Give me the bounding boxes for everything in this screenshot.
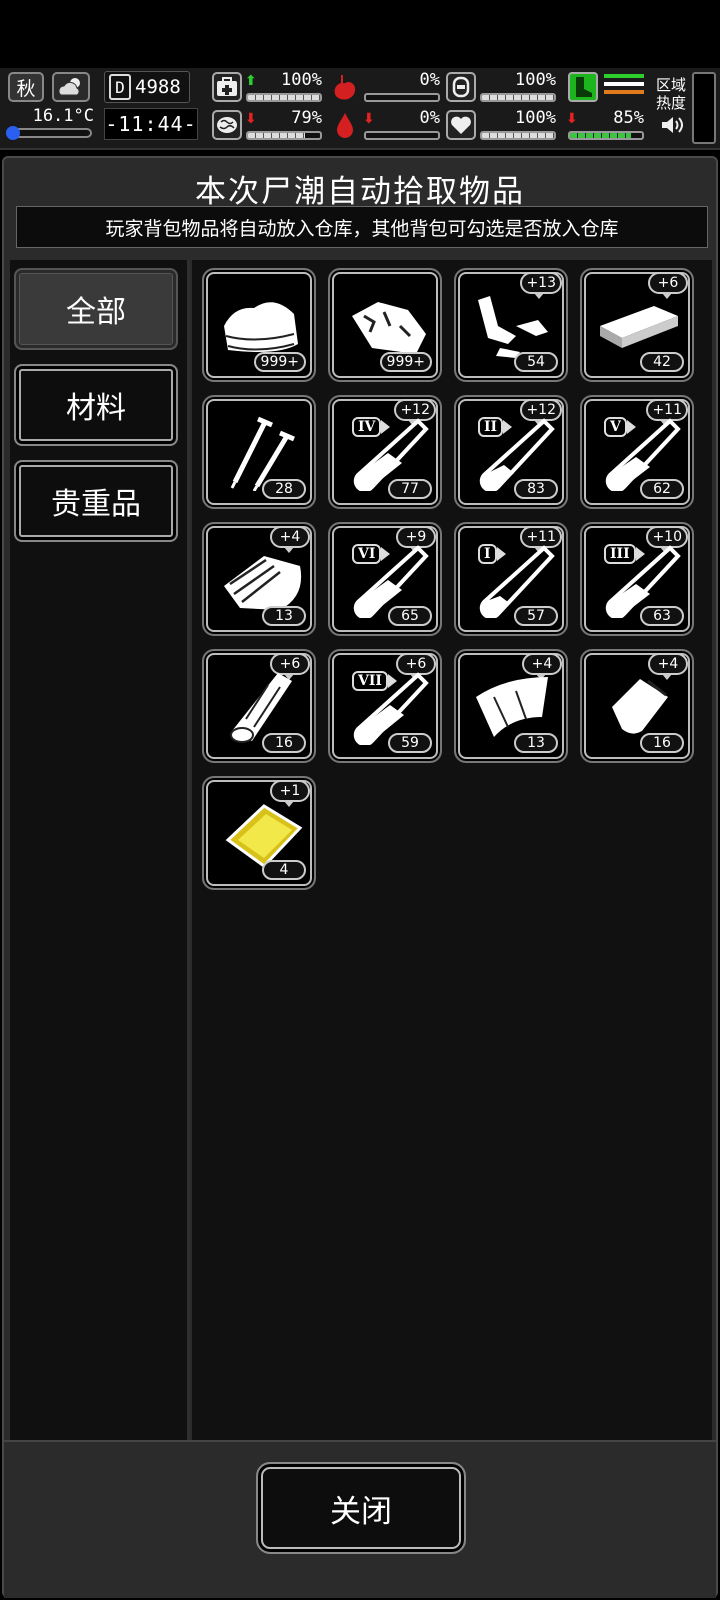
item-count: 63	[640, 606, 684, 626]
item-slot-meat[interactable]: 999+	[328, 268, 442, 382]
item-slot-board[interactable]: +6 42	[580, 268, 694, 382]
thermometer-icon	[6, 126, 92, 140]
mood-percent: 79%	[291, 108, 322, 128]
item-slot-bag[interactable]: +4 16	[580, 649, 694, 763]
armor-stat: 100%	[446, 70, 556, 104]
health-percent: 100%	[281, 70, 322, 90]
temperature-readout: 16.1°C	[32, 106, 94, 126]
item-count: 999+	[253, 352, 306, 372]
dialog-subtitle: 玩家背包物品将自动放入仓库，其他背包可勾选是否放入仓库	[16, 206, 708, 248]
tab-materials[interactable]: 材料	[14, 364, 178, 446]
hunger-percent: 0%	[419, 70, 440, 90]
item-slot-nails[interactable]: 28	[202, 395, 316, 509]
item-count: 54	[514, 352, 558, 372]
tab-all[interactable]: 全部	[14, 268, 178, 350]
trend-down-icon: ⬇	[363, 111, 375, 127]
item-slot-wood-pile[interactable]: +4 13	[202, 522, 316, 636]
item-count: 59	[388, 733, 432, 753]
region-heat-bar	[692, 72, 716, 144]
armor-percent: 100%	[515, 70, 556, 90]
item-count: 57	[514, 606, 558, 626]
weather-icon	[52, 72, 90, 102]
item-count: 13	[514, 733, 558, 753]
stamina-stat: ⬇ 85%	[554, 108, 644, 142]
item-count: 4	[262, 860, 306, 880]
auto-pickup-dialog: 本次尸潮自动拾取物品 玩家背包物品将自动放入仓库，其他背包可勾选是否放入仓库 全…	[2, 156, 718, 1598]
blood-drop-icon	[330, 110, 360, 140]
mood-stat: ⬇ 79%	[212, 108, 322, 142]
stamina-bar	[568, 131, 644, 140]
region-label-line1: 区域	[656, 76, 687, 94]
item-slot-serum-iii[interactable]: +10 III 63	[580, 522, 694, 636]
item-slot-serum-vii[interactable]: +6 VII 59	[328, 649, 442, 763]
item-count: 28	[262, 479, 306, 499]
item-slot-leather[interactable]: +4 13	[454, 649, 568, 763]
dialog-footer: 关闭	[4, 1440, 716, 1598]
item-slot-serum-v[interactable]: +11 V 62	[580, 395, 694, 509]
mood-bar	[246, 131, 322, 140]
day-icon: D	[109, 74, 131, 100]
heart-fill	[482, 133, 554, 138]
stamina-fill	[570, 133, 632, 138]
item-slot-serum-iv[interactable]: +12 IV 77	[328, 395, 442, 509]
brain-icon	[212, 110, 242, 140]
item-slot-serum-ii[interactable]: +12 II 83	[454, 395, 568, 509]
tab-valuables[interactable]: 贵重品	[14, 460, 178, 542]
item-count: 62	[640, 479, 684, 499]
dialog-title: 本次尸潮自动拾取物品	[195, 174, 525, 210]
game-clock: -11:44-	[104, 108, 198, 140]
item-count: 77	[388, 479, 432, 499]
health-fill	[248, 95, 320, 100]
region-heat-label: 区域 热度	[656, 76, 690, 112]
boot-icon	[568, 72, 598, 102]
item-count: 42	[640, 352, 684, 372]
item-slot-log[interactable]: +6 16	[202, 649, 316, 763]
day-counter: D 4988	[104, 71, 190, 103]
stamina-percent: 85%	[613, 108, 644, 128]
day-count: 4988	[135, 76, 181, 98]
equipment-lines	[604, 74, 644, 102]
heart-percent: 100%	[515, 108, 556, 128]
heart-icon	[446, 110, 476, 140]
hunger-bar	[364, 93, 440, 102]
close-button[interactable]: 关闭	[256, 1462, 466, 1554]
item-slot-gold-card[interactable]: +1 4	[202, 776, 316, 890]
heart-bar	[480, 131, 556, 140]
health-bar	[246, 93, 322, 102]
region-label-line2: 热度	[656, 94, 687, 112]
item-count: 65	[388, 606, 432, 626]
stomach-icon	[330, 72, 360, 102]
item-count: 83	[514, 479, 558, 499]
item-slot-serum-i[interactable]: +11 I 57	[454, 522, 568, 636]
item-count: 16	[640, 733, 684, 753]
blood-stat: ⬇ 0%	[330, 108, 440, 142]
season-indicator: 秋	[8, 72, 44, 102]
heart-stat: 100%	[446, 108, 556, 142]
armor-bar	[480, 93, 556, 102]
status-hud: 秋 16.1°C D 4988 -11:44- ⬆ 100% 0% 100% ⬇…	[0, 68, 720, 150]
trend-up-icon: ⬆	[245, 73, 257, 89]
mood-fill	[248, 133, 305, 138]
blood-percent: 0%	[419, 108, 440, 128]
armor-fill	[482, 95, 554, 100]
speaker-icon[interactable]	[660, 114, 686, 136]
season-label: 秋	[16, 77, 36, 100]
blood-bar	[364, 131, 440, 140]
hunger-stat: 0%	[330, 70, 440, 104]
item-slot-scrap-parts[interactable]: +13 54	[454, 268, 568, 382]
armor-icon	[446, 72, 476, 102]
category-sidebar: 全部 材料 贵重品	[10, 260, 190, 1444]
item-slot-cloth[interactable]: 999+	[202, 268, 316, 382]
item-slot-serum-vi[interactable]: +9 VI 65	[328, 522, 442, 636]
trend-down-icon: ⬇	[566, 111, 578, 127]
item-count: 13	[262, 606, 306, 626]
health-stat: ⬆ 100%	[212, 70, 322, 104]
item-count: 999+	[379, 352, 432, 372]
trend-down-icon: ⬇	[245, 111, 257, 127]
item-count: 16	[262, 733, 306, 753]
item-grid: 999+ 999+ +13 54 +6 42 28 +12 IV 77 +12	[192, 260, 712, 1444]
medkit-icon	[212, 72, 242, 102]
